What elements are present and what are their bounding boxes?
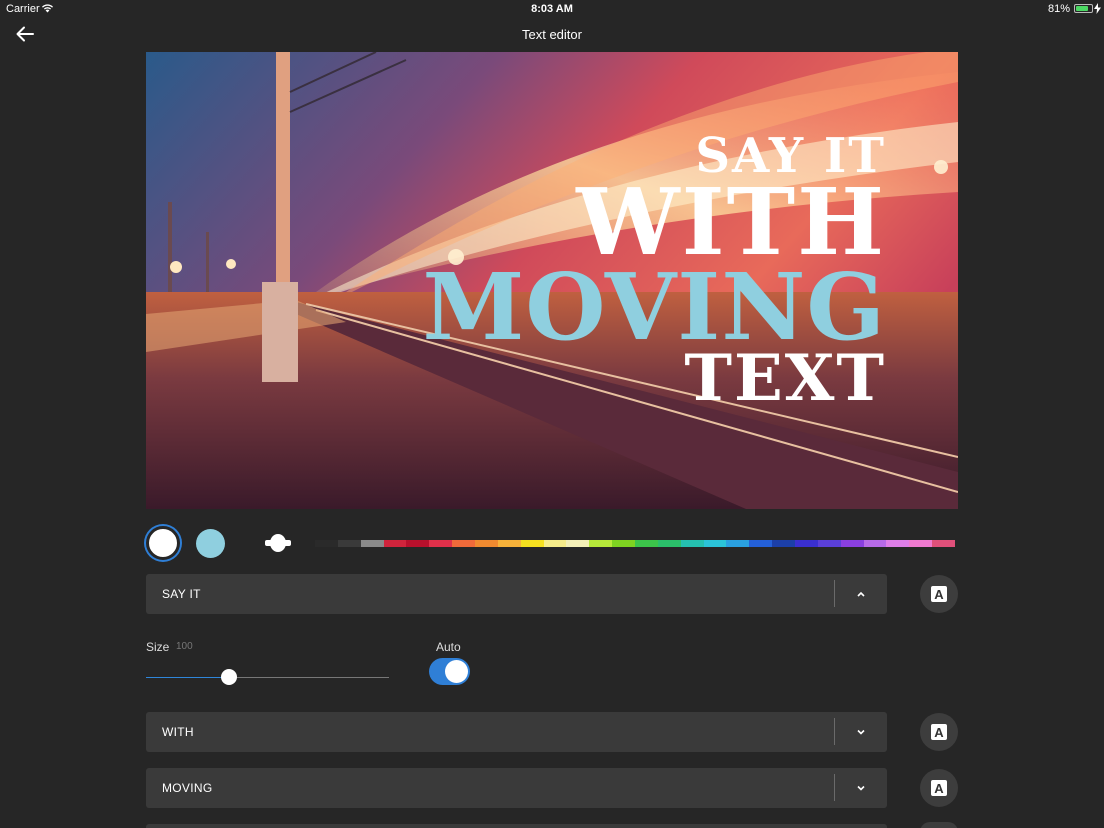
palette-color-segment[interactable]	[315, 540, 339, 547]
font-style-button[interactable]: A	[920, 769, 958, 807]
text-layer-label: SAY IT	[162, 587, 201, 601]
battery-icon	[1074, 4, 1093, 13]
battery-percent: 81%	[1047, 3, 1070, 15]
palette-color-segment[interactable]	[703, 540, 727, 547]
size-label: Size	[146, 640, 170, 654]
auto-label: Auto	[436, 640, 461, 654]
font-style-button[interactable]: A	[920, 575, 958, 613]
size-slider-thumb[interactable]	[220, 669, 237, 685]
text-layer-label: MOVING	[162, 781, 213, 795]
font-a-icon: A	[931, 586, 947, 602]
row-divider	[834, 774, 835, 801]
palette-color-segment[interactable]	[886, 540, 910, 547]
palette-color-segment[interactable]	[337, 540, 362, 547]
palette-color-segment[interactable]	[932, 540, 956, 547]
palette-color-segment[interactable]	[772, 540, 796, 547]
palette-color-segment[interactable]	[383, 540, 407, 547]
palette-color-segment[interactable]	[475, 540, 499, 547]
palette-color-segment[interactable]	[543, 540, 567, 547]
palette-color-segment[interactable]	[909, 540, 933, 547]
size-value: 100	[176, 641, 193, 652]
palette-color-segment[interactable]	[497, 540, 522, 547]
palette-color-segment[interactable]	[657, 540, 682, 547]
palette-color-segment[interactable]	[452, 540, 476, 547]
palette-color-segment[interactable]	[589, 540, 613, 547]
page-title: Text editor	[522, 27, 582, 42]
preview-canvas[interactable]: SAY IT WITH MOVING TEXT	[146, 52, 958, 509]
row-divider	[834, 580, 835, 607]
palette-picker-knob[interactable]	[265, 534, 291, 552]
color-swatch-blue[interactable]	[196, 529, 225, 558]
palette-color-segment[interactable]	[612, 540, 636, 547]
palette-color-segment[interactable]	[817, 540, 842, 547]
row-divider	[834, 718, 835, 745]
palette-color-segment[interactable]	[406, 540, 430, 547]
charging-bolt-icon	[1094, 3, 1101, 14]
status-bar: Carrier 8:03 AM 81%	[0, 0, 1104, 18]
back-arrow-icon[interactable]	[14, 24, 36, 44]
text-layer-label: WITH	[162, 725, 194, 739]
overlay-line-moving[interactable]: MOVING	[423, 261, 886, 353]
chevron-down-icon[interactable]	[855, 782, 867, 794]
palette-color-segment[interactable]	[635, 540, 659, 547]
font-a-icon: A	[931, 724, 947, 740]
size-slider[interactable]	[146, 669, 389, 685]
palette-color-segment[interactable]	[520, 540, 545, 547]
overlay-line-with[interactable]: WITH	[423, 176, 886, 268]
text-layer-row-with[interactable]: WITH	[146, 712, 887, 752]
text-layer-row-text[interactable]	[146, 824, 887, 828]
palette-color-segment[interactable]	[726, 540, 750, 547]
color-swatch-white[interactable]	[146, 526, 180, 560]
chevron-up-icon[interactable]	[855, 588, 867, 600]
palette-color-segment[interactable]	[840, 540, 865, 547]
auto-toggle-knob	[445, 660, 468, 683]
palette-color-segment[interactable]	[566, 540, 590, 547]
font-style-button[interactable]: A	[920, 713, 958, 751]
palette-color-segment[interactable]	[795, 540, 819, 547]
palette-color-segment[interactable]	[749, 540, 773, 547]
text-layer-row-moving[interactable]: MOVING	[146, 768, 887, 808]
size-slider-fill	[146, 677, 229, 678]
palette-color-segment[interactable]	[863, 540, 887, 547]
chevron-down-icon[interactable]	[855, 726, 867, 738]
font-style-button[interactable]	[920, 822, 958, 828]
font-a-icon: A	[931, 780, 947, 796]
auto-toggle[interactable]	[429, 658, 470, 685]
clock: 8:03 AM	[531, 3, 573, 15]
palette-color-segment[interactable]	[680, 540, 705, 547]
text-overlay[interactable]: SAY IT WITH MOVING TEXT	[423, 132, 886, 411]
text-layer-row-say-it[interactable]: SAY IT	[146, 574, 887, 614]
palette-color-segment[interactable]	[360, 540, 385, 547]
nav-bar: Text editor	[0, 18, 1104, 50]
color-palette-strip[interactable]	[265, 540, 956, 547]
palette-color-segment[interactable]	[429, 540, 453, 547]
